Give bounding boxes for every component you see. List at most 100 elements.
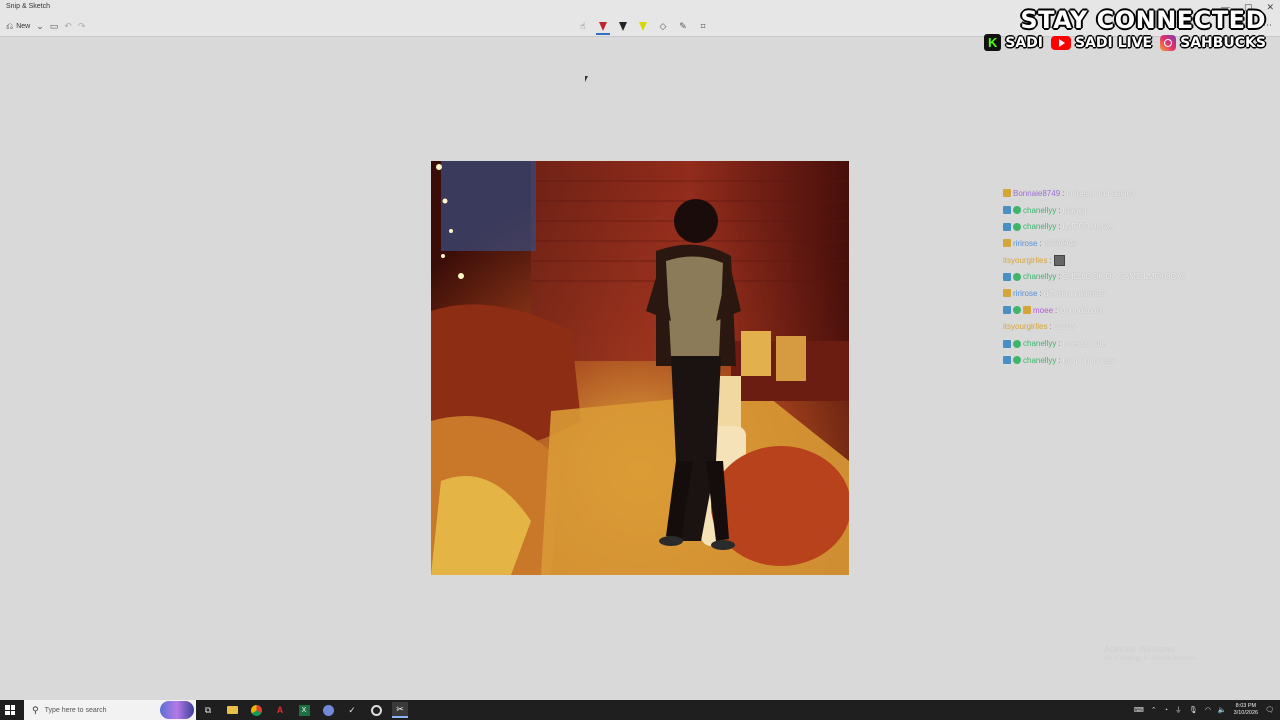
taskbar-clock[interactable]: 8:03 PM 3/10/2026 <box>1234 703 1258 717</box>
ruler-icon[interactable]: ✎ <box>678 19 688 33</box>
taskbar: ⚲ Type here to search ⧉ A X ✓ ✂ ⌨ ⌃ ◔ ⏚ … <box>0 700 1280 720</box>
chat-username[interactable]: chanellyy <box>1023 272 1056 281</box>
instagram-icon <box>1160 34 1177 51</box>
stream-overlay: STAY CONNECTED K SADI SADI LIVE SAHBUCKS <box>984 6 1266 51</box>
chat-message-text: awww <box>1053 322 1076 332</box>
subscriber-badge-icon <box>1003 306 1011 315</box>
discord-icon[interactable] <box>320 702 336 718</box>
chat-message-text: loooooooool <box>1059 305 1103 315</box>
subscriber-badge-icon <box>1003 339 1011 348</box>
snip-photo <box>431 161 849 575</box>
excel-icon[interactable]: X <box>296 702 312 718</box>
chat-separator: : <box>1058 355 1061 365</box>
vip-badge-icon <box>1003 289 1011 298</box>
highlighter-icon[interactable] <box>638 19 648 33</box>
vip-badge-icon <box>1023 306 1031 315</box>
photo-scene <box>431 161 849 575</box>
chat-message: Bonnaie8749: chinese and asian? <box>1003 185 1243 202</box>
verified-badge-icon <box>1013 206 1021 215</box>
windows-start-icon[interactable] <box>5 705 15 715</box>
chat-message: chanellyy: SHE LOOK DA SAME LMFAOOA\ <box>1003 268 1243 285</box>
youtube-icon <box>1050 35 1071 50</box>
window-title: Snip & Sketch <box>6 3 50 10</box>
mouse-cursor-icon <box>585 76 588 82</box>
undo-icon[interactable]: ↶ <box>64 21 72 31</box>
chat-message-text: thanku <box>1062 205 1087 215</box>
vip-badge-icon <box>1003 189 1011 198</box>
volume-icon[interactable]: 🔈 <box>1218 706 1227 714</box>
crop-icon[interactable]: ⌗ <box>698 19 708 33</box>
chat-username[interactable]: ririrose <box>1013 239 1037 248</box>
chat-panel: Bonnaie8749: chinese and asian? chanellyy:… <box>1003 185 1243 369</box>
ballpoint-pen-icon[interactable] <box>596 19 610 35</box>
chat-username[interactable]: Bonnaie8749 <box>1013 189 1060 198</box>
chat-message: itsyourgirlles: awww <box>1003 319 1243 336</box>
chat-message-text: 😩😩😩😩 <box>1043 238 1078 248</box>
wifi-icon[interactable]: ◠ <box>1205 706 1211 714</box>
keyboard-icon[interactable]: ⌨ <box>1134 706 1144 714</box>
chat-separator: : <box>1039 238 1042 248</box>
open-file-icon[interactable]: ▭ <box>50 21 59 31</box>
chat-separator: : <box>1055 305 1058 315</box>
snip-sketch-icon[interactable]: ✂ <box>392 702 408 718</box>
new-snip-button[interactable]: ⎌ New <box>6 21 30 31</box>
chat-username[interactable]: chanellyy <box>1023 222 1056 231</box>
chat-message-text: chinese and asian? <box>1066 188 1136 198</box>
microphone-icon[interactable]: 🎙 <box>1189 706 1198 714</box>
chat-username[interactable]: chanellyy <box>1023 206 1056 215</box>
chat-separator: : <box>1039 288 1042 298</box>
close-button[interactable]: ✕ <box>1266 2 1274 12</box>
notifications-icon[interactable]: 🗨 <box>1265 706 1274 714</box>
taskbar-apps: ⧉ A X ✓ ✂ <box>200 702 408 718</box>
chat-message: moee: loooooooool <box>1003 302 1243 319</box>
verified-badge-icon <box>1013 306 1021 315</box>
chat-message-text: different cameras <box>1043 288 1106 298</box>
pencil-icon[interactable] <box>618 19 628 33</box>
system-tray: ⌨ ⌃ ◔ ⏚ 🎙 ◠ 🔈 8:03 PM 3/10/2026 🗨 <box>1134 700 1274 720</box>
chevron-down-icon[interactable]: ⌄ <box>36 21 44 31</box>
chat-separator: : <box>1058 222 1061 232</box>
social-links: K SADI SADI LIVE SAHBUCKS <box>984 34 1266 51</box>
chat-username[interactable]: moee <box>1033 306 1053 315</box>
verified-badge-icon <box>1013 339 1021 348</box>
verified-badge-icon <box>1013 356 1021 365</box>
eraser-icon[interactable]: ◇ <box>658 19 668 33</box>
chrome-icon[interactable] <box>248 702 264 718</box>
subscriber-badge-icon <box>1003 222 1011 231</box>
subscriber-badge-icon <box>1003 206 1011 215</box>
chat-emote-icon <box>1053 254 1065 266</box>
social-label: SADI LIVE <box>1074 34 1153 51</box>
chat-username[interactable]: itsyourgirlles <box>1003 322 1047 331</box>
chat-username[interactable]: chanellyy <box>1023 356 1056 365</box>
chat-username[interactable]: ririrose <box>1013 289 1037 298</box>
acrobat-icon[interactable]: A <box>272 702 288 718</box>
chevron-up-icon[interactable]: ⌃ <box>1151 706 1157 714</box>
new-snip-icon: ⎌ <box>6 21 14 31</box>
verified-badge-icon <box>1013 272 1021 281</box>
activate-subtitle: Go to Settings to activate Windows. <box>1104 656 1199 662</box>
usb-icon[interactable]: ⏚ <box>1175 705 1182 715</box>
chat-username[interactable]: itsyourgirlles <box>1003 256 1047 265</box>
chat-username[interactable]: chanellyy <box>1023 339 1056 348</box>
taskbar-search-box[interactable]: ⚲ Type here to search <box>24 700 196 720</box>
steam-icon[interactable]: ✓ <box>344 702 360 718</box>
network-icon[interactable]: ◔ <box>1164 707 1168 714</box>
overlay-title: STAY CONNECTED <box>1020 6 1266 34</box>
social-kick: K SADI <box>984 34 1043 51</box>
new-label: New <box>16 22 31 30</box>
chat-separator: : <box>1058 272 1061 282</box>
obs-icon[interactable] <box>368 702 384 718</box>
chat-separator: : <box>1062 188 1065 198</box>
subscriber-badge-icon <box>1003 272 1011 281</box>
social-instagram: SAHBUCKS <box>1160 34 1266 51</box>
social-youtube: SADI LIVE <box>1050 34 1153 51</box>
touch-writing-icon[interactable]: ☝ <box>578 19 588 33</box>
chat-separator: : <box>1058 339 1061 349</box>
task-view-icon[interactable]: ⧉ <box>200 702 216 718</box>
file-explorer-icon[interactable] <box>224 702 240 718</box>
chat-message: chanellyy: moe so cute <box>1003 335 1243 352</box>
chat-message-text: SHE LOOK DA SAME LMFAOOA\ <box>1062 272 1185 282</box>
redo-icon[interactable]: ↷ <box>78 21 86 31</box>
chat-separator: : <box>1049 255 1052 265</box>
chat-message: itsyourgirlles: <box>1003 252 1243 269</box>
